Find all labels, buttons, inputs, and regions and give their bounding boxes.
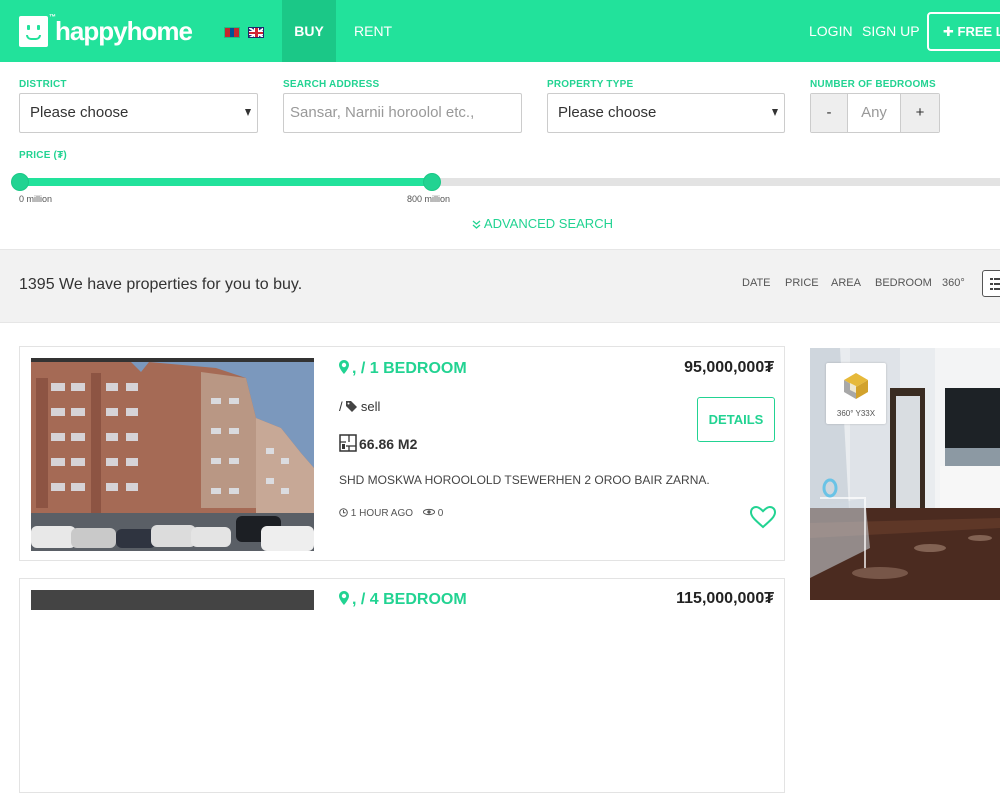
top-header: ™ happyhome BUY RENT LOGIN SIGN UP ✚ FRE…: [0, 0, 1000, 62]
sort-area[interactable]: AREA: [831, 277, 861, 289]
details-button[interactable]: DETAILS: [697, 397, 775, 442]
district-select[interactable]: Please choose: [19, 93, 258, 133]
bedrooms-label: NUMBER OF BEDROOMS: [810, 79, 936, 90]
location-pin-icon: [339, 360, 349, 374]
listing-time: 1 HOUR AGO: [339, 508, 413, 519]
360-badge[interactable]: 360° Y33X: [826, 363, 886, 424]
listing-price: 115,000,000₮: [676, 590, 774, 607]
360-badge-label: 360° Y33X: [836, 409, 876, 418]
signup-link[interactable]: SIGN UP: [862, 0, 920, 62]
english-flag-icon[interactable]: [248, 27, 264, 38]
sort-date[interactable]: DATE: [742, 277, 771, 289]
list-view-button[interactable]: [982, 270, 1000, 297]
listing-area-value: 66.86 M2: [359, 436, 418, 452]
building-photo-image: [31, 358, 314, 551]
mongolian-flag-icon[interactable]: [224, 27, 240, 38]
listing-price: 95,000,000₮: [684, 359, 774, 376]
advanced-search-label: ADVANCED SEARCH: [483, 216, 613, 231]
clock-icon: [339, 508, 348, 517]
eye-icon: [422, 508, 436, 516]
double-chevron-down-icon: [472, 220, 481, 229]
listing-description: SHD MOSKWA HOROOLOLD TSEWERHEN 2 OROO BA…: [339, 473, 710, 487]
sort-bedroom[interactable]: BEDROOM: [875, 277, 932, 289]
price-slider-range: [20, 178, 432, 186]
free-listing-button[interactable]: ✚ FREE LIS: [927, 12, 1000, 51]
bedrooms-increment-button[interactable]: +: [901, 94, 939, 132]
favorite-heart-icon[interactable]: [749, 505, 777, 529]
advanced-search-link[interactable]: ADVANCED SEARCH: [472, 216, 613, 231]
price-label: PRICE (₮): [19, 150, 67, 161]
price-min-label: 0 million: [19, 194, 53, 204]
listing-title[interactable]: , / 1 BEDROOM: [339, 360, 467, 378]
property-type-select[interactable]: Please choose: [547, 93, 785, 133]
bedrooms-decrement-button[interactable]: -: [811, 94, 847, 132]
sort-price[interactable]: PRICE: [785, 277, 819, 289]
listing-title[interactable]: , / 4 BEDROOM: [339, 591, 467, 609]
logo-smile: [26, 35, 41, 40]
price-slider-min-handle[interactable]: [11, 173, 29, 191]
bedrooms-value[interactable]: Any: [847, 94, 901, 132]
property-type-value: Please choose: [558, 104, 657, 121]
address-search-input[interactable]: Sansar, Narnii horoolol etc.,: [283, 93, 522, 133]
district-label: DISTRICT: [19, 79, 67, 90]
listing-type-tag: sell: [360, 399, 381, 414]
results-count: 1395 We have properties for you to buy.: [19, 276, 303, 293]
listing-time-text: 1 HOUR AGO: [350, 508, 414, 519]
nav-buy-tab[interactable]: BUY: [282, 0, 336, 62]
property-type-label: PROPERTY TYPE: [547, 79, 634, 90]
listing-views: 0: [422, 508, 444, 519]
tag-icon: [346, 401, 358, 412]
login-link[interactable]: LOGIN: [809, 0, 853, 62]
logo-eye-right: [37, 25, 40, 30]
listing-views-count: 0: [437, 508, 444, 519]
caret-down-icon: [772, 109, 778, 116]
logo-eye-left: [27, 25, 30, 30]
bedrooms-stepper: - Any +: [810, 93, 940, 133]
listing-title-text: , / 1 BEDROOM: [352, 360, 467, 377]
sort-360[interactable]: 360°: [942, 277, 965, 289]
price-max-label: 800 million: [407, 194, 451, 204]
listing-card[interactable]: , / 1 BEDROOM 95,000,000₮ / sell 66.86 M…: [19, 346, 785, 561]
brand-name[interactable]: happyhome: [55, 15, 193, 47]
nav-rent-tab[interactable]: RENT: [354, 0, 392, 62]
listing-photo[interactable]: [31, 590, 314, 610]
district-value: Please choose: [30, 104, 129, 121]
caret-down-icon: [245, 109, 251, 116]
logo-icon[interactable]: [19, 16, 48, 47]
listing-type-prefix: /: [339, 399, 347, 414]
360-cube-icon: [844, 373, 868, 399]
list-icon: [990, 278, 1000, 290]
location-pin-icon: [339, 591, 349, 605]
address-label: SEARCH ADDRESS: [283, 79, 380, 90]
floorplan-icon: [339, 434, 357, 452]
listing-type: / sell: [339, 399, 380, 414]
listing-photo[interactable]: [31, 358, 314, 551]
listing-card[interactable]: , / 4 BEDROOM 115,000,000₮: [19, 578, 785, 793]
listing-area: 66.86 M2: [339, 434, 417, 452]
price-slider-max-handle[interactable]: [423, 173, 441, 191]
